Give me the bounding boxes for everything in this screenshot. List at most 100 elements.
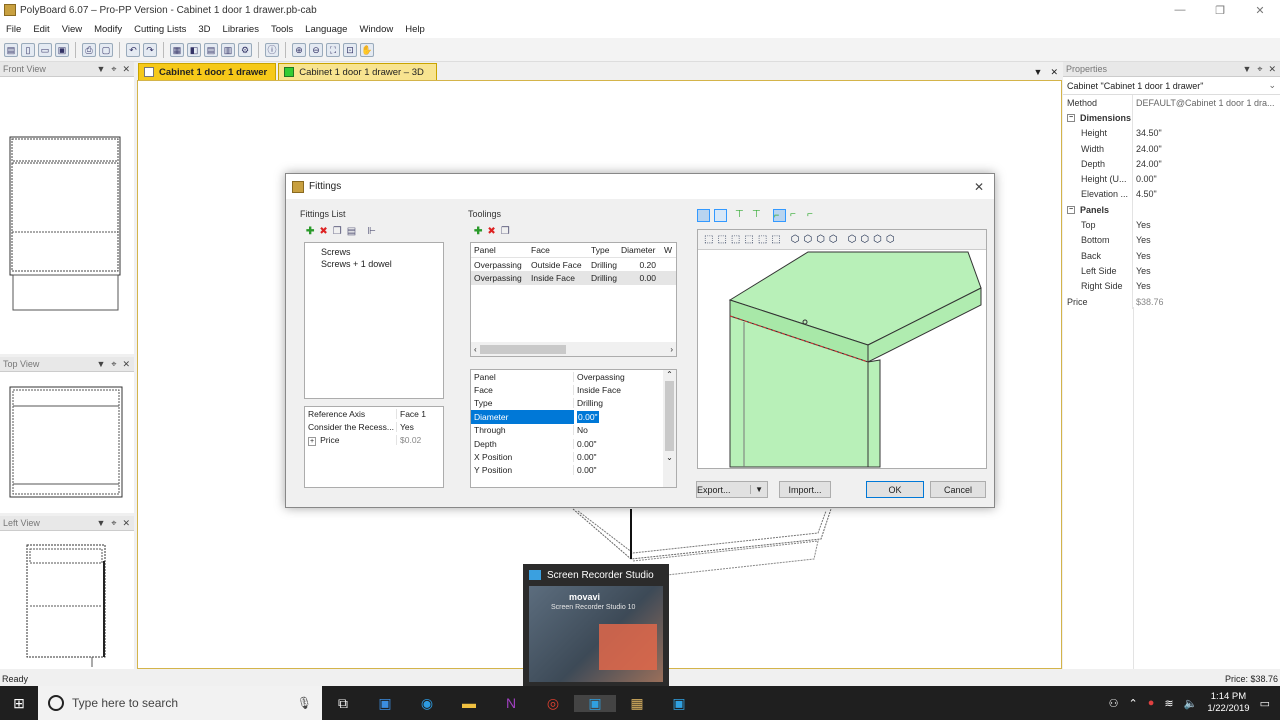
panel-menu-icon[interactable]: ▼ xyxy=(96,359,105,370)
info-icon[interactable]: ⓘ xyxy=(265,42,279,57)
export-button[interactable]: Export... ▼ xyxy=(696,481,768,498)
tooling-prop-row[interactable]: X Position 0.00" xyxy=(471,450,676,463)
cube-left-icon[interactable]: ⬚ xyxy=(731,234,740,245)
fitting-item-screws[interactable]: Screws xyxy=(321,246,443,258)
menu-file[interactable]: File xyxy=(0,24,27,35)
left-view-canvas[interactable] xyxy=(0,531,134,669)
diameter-input[interactable]: 0.00" xyxy=(578,411,598,422)
tab-cabinet-3d[interactable]: Cabinet 1 door 1 drawer – 3D xyxy=(278,63,437,80)
print-preview-icon[interactable]: ▢ xyxy=(99,42,113,57)
people-icon[interactable]: ⚇ xyxy=(1109,697,1119,710)
panel-close-icon[interactable]: ✕ xyxy=(122,518,130,529)
zoom-out-icon[interactable]: ⊖ xyxy=(309,42,323,57)
save-icon[interactable]: ▣ xyxy=(55,42,69,57)
windows-start-icon[interactable]: ⊞ xyxy=(0,686,38,720)
taskbar-preview-popup[interactable]: Screen Recorder Studio movavi Screen Rec… xyxy=(523,564,669,686)
store-icon[interactable]: ▣ xyxy=(364,695,406,712)
onenote-icon[interactable]: N xyxy=(490,695,532,712)
panel-pin-icon[interactable]: ⌖ xyxy=(1257,64,1262,75)
iso-view-icon[interactable]: ⬡ xyxy=(791,234,800,245)
menu-libraries[interactable]: Libraries xyxy=(217,24,265,35)
3d-view-icon[interactable]: ◧ xyxy=(187,42,201,57)
iso-view-icon[interactable]: ⬡ xyxy=(848,234,857,245)
menu-tools[interactable]: Tools xyxy=(265,24,299,35)
dialog-close-button[interactable]: ✕ xyxy=(974,180,984,194)
volume-icon[interactable]: 🔈 xyxy=(1184,697,1198,710)
property-row-left-side[interactable]: Left Side Yes xyxy=(1063,263,1280,279)
show-hidden-icons[interactable]: ⌃ xyxy=(1129,697,1138,710)
column-header[interactable]: W xyxy=(661,245,672,255)
front-view-canvas[interactable] xyxy=(0,77,134,354)
print-icon[interactable]: ⎙ xyxy=(82,42,96,57)
tooling-prop-row[interactable]: Through No xyxy=(471,424,676,437)
new-cabinet-icon[interactable]: ▤ xyxy=(4,42,18,57)
cube-top-icon[interactable]: ⬚ xyxy=(758,234,767,245)
close-window-button[interactable]: ✕ xyxy=(1240,0,1280,20)
open-folder-icon[interactable]: ▭ xyxy=(38,42,52,57)
tooling-prop-row[interactable]: Depth 0.00" xyxy=(471,437,676,450)
chrome-icon[interactable]: ◎ xyxy=(532,695,574,712)
property-row-right-side[interactable]: Right Side Yes xyxy=(1063,278,1280,294)
panel-pin-icon[interactable]: ⌖ xyxy=(111,64,116,75)
property-row-elevation[interactable]: Elevation ... 4.50" xyxy=(1063,186,1280,203)
fitting-prop-row[interactable]: Reference Axis Face 1 xyxy=(305,407,443,420)
table-row[interactable]: Overpassing Outside Face Drilling 0.20 xyxy=(471,258,676,271)
wifi-icon[interactable]: ≋ xyxy=(1164,697,1173,710)
import-button[interactable]: Import... xyxy=(779,481,831,498)
fittings-icon[interactable]: ⚙ xyxy=(238,42,252,57)
scroll-right-icon[interactable]: › xyxy=(667,345,676,354)
top-view-canvas[interactable] xyxy=(0,372,134,513)
panel-pin-icon[interactable]: ⌖ xyxy=(111,518,116,529)
screen-recorder-taskbar-icon[interactable]: ▣ xyxy=(574,694,616,712)
maximize-button[interactable]: ❐ xyxy=(1200,0,1240,20)
duplicate-icon[interactable]: ❐ xyxy=(333,226,342,237)
duplicate-icon[interactable]: ❐ xyxy=(501,226,510,237)
tab-cabinet-2d[interactable]: Cabinet 1 door 1 drawer xyxy=(138,63,277,80)
property-group-dimensions[interactable]: − Dimensions xyxy=(1063,110,1280,126)
tree-view-icon[interactable]: ⊩ xyxy=(367,226,376,237)
add-icon[interactable]: ✚ xyxy=(474,226,482,237)
menu-3d[interactable]: 3D xyxy=(192,24,216,35)
cube-front-icon[interactable]: ⬚ xyxy=(704,234,713,245)
scroll-left-icon[interactable]: ‹ xyxy=(471,345,480,354)
export-dropdown-icon[interactable]: ▼ xyxy=(750,485,767,494)
property-row-back[interactable]: Back Yes xyxy=(1063,247,1280,264)
taskbar-clock[interactable]: 1:14 PM 1/22/2019 xyxy=(1207,691,1249,715)
fitting-prop-row[interactable]: Consider the Recess... Yes xyxy=(305,420,443,433)
3d-preview[interactable]: ⬚ ⬚ ⬚ ⬚ ⬚ ⬚ ⬡ ⬡ ⬡ ⬡ ⬡ ⬡ ⬡ ⬡ xyxy=(697,229,987,469)
iso-view-icon[interactable]: ⬡ xyxy=(873,234,882,245)
taskbar-search-box[interactable]: Type here to search 🎙 xyxy=(38,686,322,720)
scrollbar-thumb[interactable] xyxy=(479,344,566,354)
fitting-prop-row[interactable]: + Price $0.02 xyxy=(305,434,443,447)
materials-icon[interactable]: ▥ xyxy=(221,42,235,57)
menu-view[interactable]: View xyxy=(56,24,88,35)
iso-view-icon[interactable]: ⬡ xyxy=(860,234,869,245)
properties-object-selector[interactable]: Cabinet "Cabinet 1 door 1 drawer" ⌄ xyxy=(1063,77,1280,95)
tooling-prop-row[interactable]: Y Position 0.00" xyxy=(471,464,676,477)
property-row-width[interactable]: Width 24.00" xyxy=(1063,140,1280,157)
task-view-icon[interactable]: ⧉ xyxy=(322,695,364,712)
panel-menu-icon[interactable]: ▼ xyxy=(1242,64,1251,75)
zoom-in-icon[interactable]: ⊕ xyxy=(292,42,306,57)
property-group-panels[interactable]: − Panels xyxy=(1063,202,1280,218)
column-header[interactable]: Face xyxy=(528,245,588,255)
undo-icon[interactable]: ↶ xyxy=(126,42,140,57)
menu-cutting-lists[interactable]: Cutting Lists xyxy=(128,24,192,35)
properties-icon[interactable]: ▦ xyxy=(170,42,184,57)
panel-pin-icon[interactable]: ⌖ xyxy=(111,359,116,370)
antivirus-icon[interactable]: ● xyxy=(1148,697,1155,709)
iso-view-icon[interactable]: ⬡ xyxy=(886,234,895,245)
column-header[interactable]: Diameter xyxy=(618,245,661,255)
library-icon[interactable]: ▤ xyxy=(347,226,356,237)
tooling-prop-row-diameter[interactable]: Diameter 0.00" xyxy=(471,410,676,424)
align-left-icon[interactable]: ⌐ xyxy=(773,209,786,222)
property-row-height[interactable]: Height 34.50" xyxy=(1063,125,1280,141)
microphone-icon[interactable]: 🎙 xyxy=(297,696,312,710)
align-top-icon[interactable]: ⊤ xyxy=(752,209,765,222)
cube-back-icon[interactable]: ⬚ xyxy=(717,234,726,245)
table-row-selected[interactable]: Overpassing Inside Face Drilling 0.00 xyxy=(471,271,676,285)
ok-button[interactable]: OK xyxy=(866,481,924,498)
menu-modify[interactable]: Modify xyxy=(88,24,128,35)
column-header[interactable]: Type xyxy=(588,245,618,255)
notifications-icon[interactable]: ▭ xyxy=(1260,697,1270,710)
